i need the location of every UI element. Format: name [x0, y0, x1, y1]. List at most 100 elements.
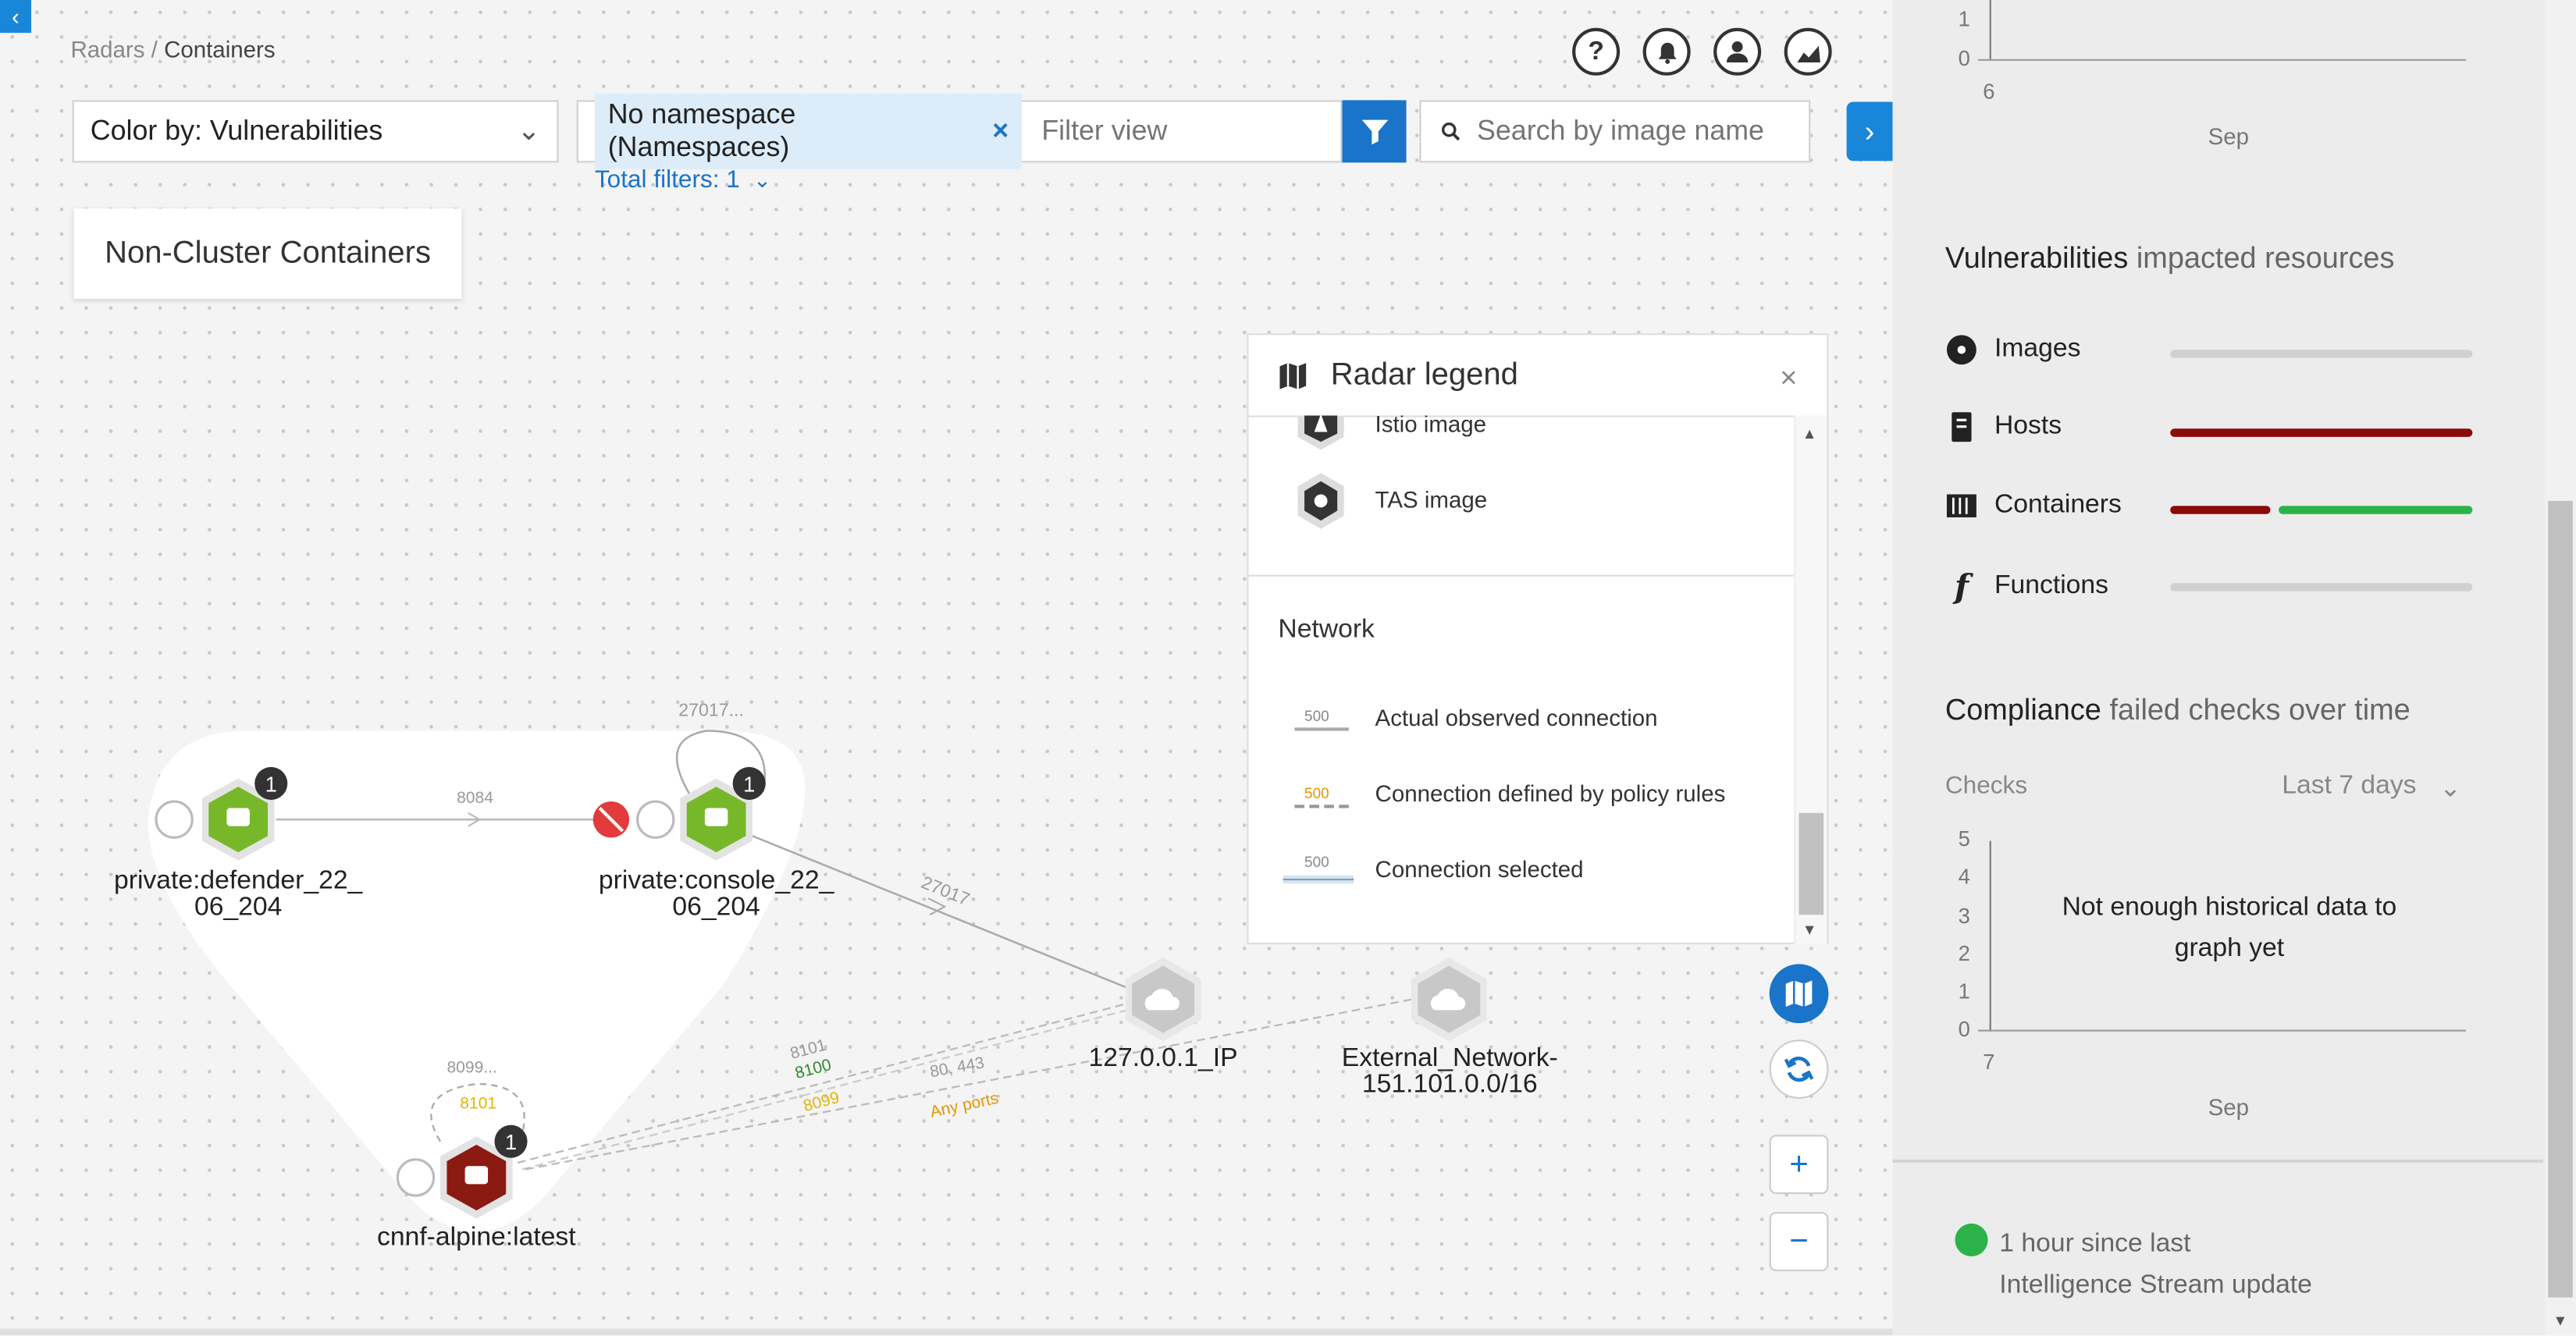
docker-icon	[704, 808, 728, 826]
legend-title: Radar legend	[1330, 357, 1518, 392]
x-axis-label: Sep	[2208, 123, 2250, 150]
x-axis-label: Sep	[2208, 1093, 2250, 1121]
y-tick: 1	[1958, 6, 1970, 31]
badge-count: 1	[743, 772, 755, 796]
node-label-console: private:console_22_ 06_204	[598, 867, 834, 922]
istio-icon	[1297, 415, 1344, 450]
status-line-2: Intelligence Stream update	[1999, 1270, 2312, 1299]
y-tick: 0	[1958, 45, 1970, 71]
refresh-icon	[1784, 1056, 1814, 1082]
divider	[1892, 1159, 2543, 1164]
images-bar	[2170, 350, 2473, 358]
right-panel: 1 0 6 Sep Vulnerabilities impacted resou…	[1892, 0, 2576, 1336]
line-sample-policy	[1294, 805, 1349, 808]
y-axis	[1989, 0, 1991, 61]
resource-label: Images	[1994, 335, 2081, 364]
line-sample-selected	[1283, 878, 1354, 881]
line-sample-observed	[1294, 727, 1349, 731]
radar-legend: Radar legend × Istio image TAS image Net…	[1247, 333, 1829, 945]
container-icon	[1946, 494, 1976, 517]
y-tick: 4	[1958, 864, 1970, 889]
right-panel-scrollbar[interactable]: ▼	[2545, 0, 2576, 1336]
node-label-alpine: cnnf-alpine:latest	[377, 1223, 576, 1252]
legend-sample: 500	[1304, 784, 1329, 802]
y-tick: 1	[1958, 979, 1970, 1004]
resource-functions[interactable]: f Functions	[1945, 567, 2108, 606]
docker-icon	[226, 808, 250, 826]
legend-network-title: Network	[1278, 616, 1375, 645]
x-tick: 6	[1983, 79, 1995, 104]
x-axis	[1977, 59, 2467, 61]
legend-header: Radar legend	[1248, 335, 1827, 418]
legend-network-policy: Connection defined by policy rules	[1375, 780, 1726, 807]
map-icon	[1279, 362, 1307, 389]
vulnerabilities-title: Vulnerabilities impacted resources	[1945, 241, 2395, 275]
legend-network-selected: Connection selected	[1375, 855, 1584, 883]
intelligence-status: 1 hour since last Intelligence Stream up…	[1999, 1224, 2312, 1306]
legend-item-istio: Istio image	[1375, 415, 1487, 437]
range-select[interactable]: Last 7 days ⌄	[2282, 772, 2461, 805]
close-icon[interactable]: ×	[1780, 361, 1797, 396]
badge-count: 1	[265, 772, 277, 796]
legend-scrollbar[interactable]: ▲ ▼	[1794, 415, 1827, 945]
legend-network-observed: Actual observed connection	[1375, 704, 1658, 731]
function-icon: f	[1954, 567, 1969, 606]
chevron-down-icon: ⌄	[2439, 775, 2462, 804]
edge-label: 8101	[460, 1095, 497, 1114]
scroll-down-icon[interactable]: ▼	[2553, 1313, 2568, 1329]
vulnerabilities-title-bold: Vulnerabilities	[1944, 241, 2129, 275]
ip-node[interactable]	[1125, 957, 1201, 1042]
edge-label: 8099...	[447, 1059, 497, 1078]
legend-toggle-button[interactable]	[1769, 964, 1829, 1024]
no-data-message: Not enough historical data to graph yet	[2062, 893, 2397, 963]
zoom-out-button[interactable]: −	[1769, 1212, 1829, 1271]
functions-bar	[2170, 583, 2473, 592]
vulnerabilities-title-light: impacted resources	[2136, 241, 2395, 275]
resource-label: Functions	[1994, 571, 2108, 600]
y-tick: 5	[1958, 826, 1970, 851]
resource-images[interactable]: Images	[1945, 333, 2081, 366]
containers-bar-critical	[2170, 506, 2271, 514]
status-line-1: 1 hour since last	[1999, 1230, 2191, 1259]
resource-hosts[interactable]: Hosts	[1945, 410, 2062, 443]
scroll-up-icon[interactable]: ▲	[1802, 425, 1817, 442]
resource-label: Containers	[1994, 491, 2122, 520]
node-label-defender: private:defender_22_ 06_204	[114, 867, 363, 922]
node-label-ip: 127.0.0.1_IP	[1088, 1044, 1238, 1073]
external-node[interactable]	[1411, 957, 1487, 1042]
x-tick: 7	[1983, 1049, 1995, 1075]
radar-canvas[interactable]: ‹ Radars / Containers ? Color by: Vulner…	[0, 0, 1893, 1336]
zoom-in-button[interactable]: +	[1769, 1135, 1829, 1195]
horizontal-scrollbar[interactable]	[0, 1328, 1893, 1336]
resource-label: Hosts	[1994, 412, 2062, 441]
host-icon	[1952, 412, 1972, 442]
hosts-bar	[2170, 428, 2473, 437]
divider	[1248, 574, 1798, 577]
plus-icon: +	[1789, 1145, 1809, 1182]
refresh-button[interactable]	[1769, 1039, 1829, 1099]
compliance-title-light: failed checks over time	[2109, 693, 2411, 727]
y-tick: 3	[1958, 903, 1970, 929]
x-axis	[1977, 1029, 2467, 1032]
checks-label: Checks	[1944, 772, 2028, 800]
y-tick: 2	[1958, 940, 1970, 966]
legend-scroll-thumb[interactable]	[1799, 812, 1824, 915]
right-scroll-thumb[interactable]	[2548, 500, 2573, 1298]
compliance-title-bold: Compliance	[1944, 693, 2101, 727]
compliance-title: Compliance failed checks over time	[1945, 693, 2411, 727]
y-axis	[1989, 840, 1991, 1032]
minus-icon: −	[1789, 1222, 1809, 1260]
map-icon	[1785, 980, 1813, 1007]
scroll-down-icon[interactable]: ▼	[1802, 922, 1817, 938]
badge-count: 1	[505, 1130, 517, 1154]
edge-label: 8084	[457, 790, 493, 808]
node-label-external: External_Network- 151.101.0.0/16	[1341, 1044, 1558, 1099]
range-select-value: Last 7 days	[2282, 772, 2417, 800]
tas-icon	[1297, 473, 1344, 529]
resource-containers[interactable]: Containers	[1945, 489, 2122, 522]
legend-sample: 500	[1304, 854, 1329, 871]
containers-bar-ok	[2279, 506, 2473, 514]
status-dot-icon	[1955, 1223, 1988, 1257]
y-tick: 0	[1958, 1016, 1970, 1042]
docker-icon	[464, 1166, 489, 1185]
